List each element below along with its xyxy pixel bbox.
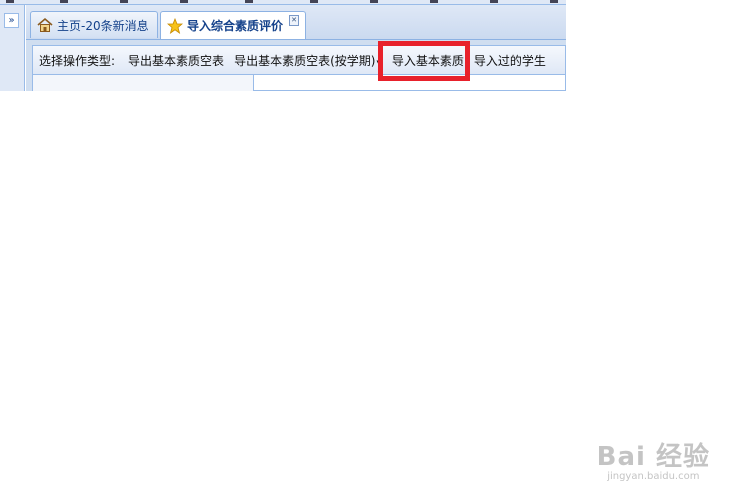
watermark-url: jingyan.baidu.com [607,471,700,482]
tab-panel: 主页-20条新消息 导入综合素质评价 ✕ 选择操作类型: 导出基本素质空表 导出… [26,5,566,91]
operation-toolbar: 选择操作类型: 导出基本素质空表 导出基本素质空表(按学期)▼ 导入基本素质 导… [32,45,566,75]
tab-home[interactable]: 主页-20条新消息 [30,11,158,38]
star-icon [166,17,184,34]
pane-divider[interactable] [253,75,254,91]
operation-type-label: 选择操作类型: [39,53,116,68]
export-blank-sheet-button[interactable]: 导出基本素质空表 [125,52,227,69]
left-pane [33,75,253,91]
tab-strip: 主页-20条新消息 导入综合素质评价 ✕ [26,5,566,40]
tab-home-label: 主页-20条新消息 [57,18,149,33]
export-blank-sheet-by-term-button[interactable]: 导出基本素质空表(按学期)▼ [231,52,385,69]
imported-students-button[interactable]: 导入过的学生 [471,52,549,69]
watermark: Bai 经验 jingyan.baidu.com [597,436,710,482]
home-icon [37,17,53,33]
content-area [32,75,566,91]
export-blank-sheet-by-term-label: 导出基本素质空表(按学期) [234,53,376,68]
close-tab-icon[interactable]: ✕ [289,15,299,26]
tab-import-evaluation[interactable]: 导入综合素质评价 ✕ [160,11,306,39]
tab-import-evaluation-label: 导入综合素质评价 [187,19,284,33]
watermark-logo: Bai 经验 [596,442,710,472]
export-blank-sheet-label: 导出基本素质空表 [128,53,225,68]
expand-sidebar-button[interactable]: » [4,13,19,28]
imported-students-label: 导入过的学生 [473,53,546,68]
collapsed-sidebar: » [0,5,25,91]
highlight-box [378,41,470,81]
